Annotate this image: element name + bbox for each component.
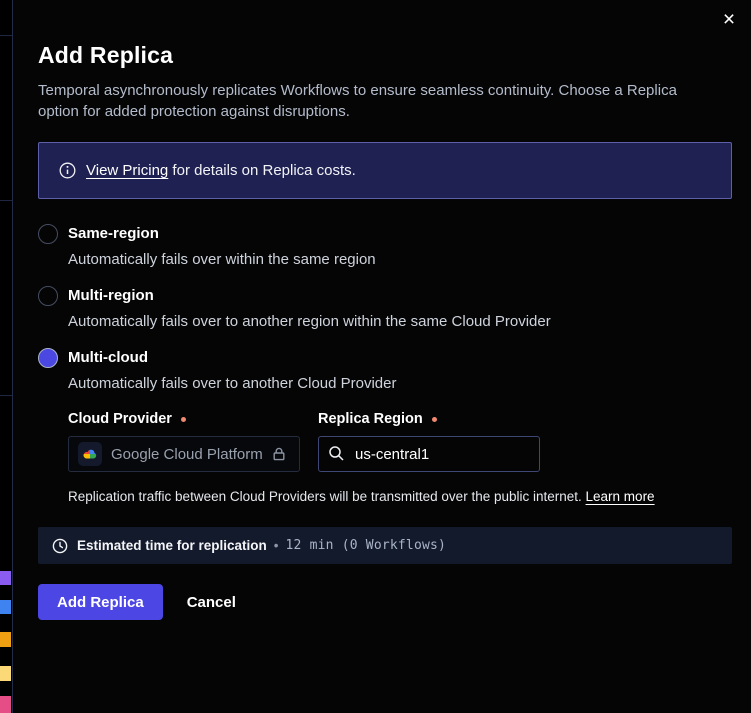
background-stripe-purple xyxy=(0,571,11,585)
background-divider xyxy=(0,35,12,36)
background-page-strip xyxy=(0,0,13,713)
cloud-provider-label: Cloud Provider xyxy=(68,411,300,427)
replication-estimate-banner: Estimated time for replication • 12 min … xyxy=(38,527,732,564)
modal-description: Temporal asynchronously replicates Workf… xyxy=(38,80,698,122)
option-description: Automatically fails over to another regi… xyxy=(68,312,732,332)
page-title: Add Replica xyxy=(38,42,732,69)
option-label[interactable]: Multi-cloud xyxy=(68,348,732,368)
pricing-banner-text: for details on Replica costs. xyxy=(168,162,356,179)
view-pricing-link[interactable]: View Pricing xyxy=(86,162,168,179)
required-dot xyxy=(181,417,186,422)
option-multi-region: Multi-region Automatically fails over to… xyxy=(38,286,732,332)
multi-cloud-subform: Cloud Provider xyxy=(68,411,732,505)
pricing-info-banner: View Pricing for details on Replica cost… xyxy=(38,142,732,199)
background-stripe-yellow xyxy=(0,666,11,681)
option-multi-cloud: Multi-cloud Automatically fails over to … xyxy=(38,348,732,505)
info-circle-icon xyxy=(59,162,76,179)
estimate-label: Estimated time for replication xyxy=(77,538,267,553)
radio-same-region[interactable] xyxy=(38,224,58,244)
public-internet-note: Replication traffic between Cloud Provid… xyxy=(68,489,732,505)
search-icon xyxy=(328,445,345,467)
google-cloud-logo-icon xyxy=(78,442,102,466)
background-stripe-blue xyxy=(0,600,11,614)
cloud-provider-field: Google Cloud Platform xyxy=(68,436,300,472)
background-divider xyxy=(0,395,12,396)
add-replica-modal: × Add Replica Temporal asynchronously re… xyxy=(13,0,751,713)
estimate-value: 12 min (0 Workflows) xyxy=(286,538,447,553)
option-label[interactable]: Same-region xyxy=(68,224,732,244)
close-icon[interactable]: × xyxy=(716,6,742,32)
option-same-region: Same-region Automatically fails over wit… xyxy=(38,224,732,270)
cloud-provider-value: Google Cloud Platform xyxy=(111,446,263,463)
option-label[interactable]: Multi-region xyxy=(68,286,732,306)
background-divider xyxy=(0,200,12,201)
required-dot xyxy=(432,417,437,422)
background-stripe-pink xyxy=(0,696,11,713)
option-description: Automatically fails over within the same… xyxy=(68,250,732,270)
radio-multi-cloud[interactable] xyxy=(38,348,58,368)
radio-multi-region[interactable] xyxy=(38,286,58,306)
replica-region-input[interactable] xyxy=(318,436,540,472)
cancel-button[interactable]: Cancel xyxy=(183,584,240,620)
option-description: Automatically fails over to another Clou… xyxy=(68,374,732,394)
lock-icon xyxy=(271,446,287,462)
learn-more-link[interactable]: Learn more xyxy=(586,489,655,504)
estimate-separator: • xyxy=(274,538,279,553)
clock-icon xyxy=(52,538,68,554)
add-replica-button[interactable]: Add Replica xyxy=(38,584,163,620)
replica-region-label: Replica Region xyxy=(318,411,540,427)
background-stripe-orange xyxy=(0,632,11,647)
